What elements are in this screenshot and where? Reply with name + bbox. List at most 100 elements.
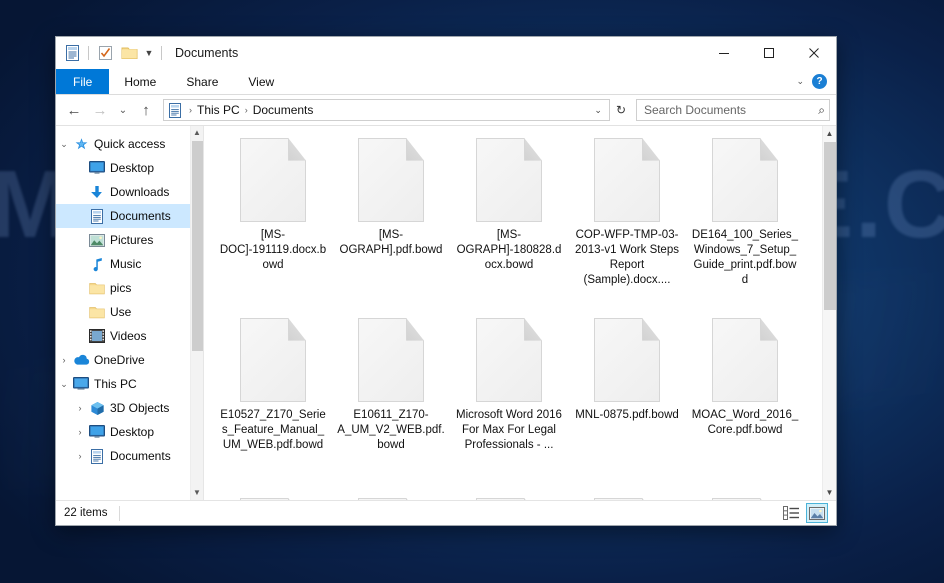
help-icon[interactable]: ?	[812, 74, 827, 89]
expander-icon[interactable]: ›	[72, 451, 88, 461]
content-scrollbar[interactable]: ▲ ▼	[822, 126, 836, 500]
file-item[interactable]: Microsoft Word 2016 For Max For Legal Pr…	[450, 318, 568, 498]
tab-view[interactable]: View	[233, 69, 289, 94]
generic-file-icon	[240, 138, 306, 222]
sidebar-item-desktop[interactable]: Desktop✒	[56, 156, 203, 180]
file-item[interactable]	[214, 498, 332, 500]
title-bar: ▼ Documents	[56, 37, 836, 69]
file-item[interactable]: COP-WFP-TMP-03-2013-v1 Work Steps Report…	[568, 138, 686, 318]
sidebar-item-documents[interactable]: › Documents	[56, 444, 203, 468]
forward-button[interactable]: →	[88, 98, 112, 122]
file-name-label: E10611_Z170-A_UM_V2_WEB.pdf.bowd	[337, 409, 445, 451]
scrollbar-thumb[interactable]	[191, 141, 203, 351]
address-bar[interactable]: › This PC › Documents ⌄	[163, 99, 610, 121]
sidebar-item-label: This PC	[94, 377, 137, 391]
sidebar-item-documents[interactable]: Documents✒	[56, 204, 203, 228]
tab-share[interactable]: Share	[171, 69, 233, 94]
expander-icon[interactable]: ⌄	[56, 379, 72, 390]
breadcrumb-documents[interactable]: Documents	[250, 103, 317, 117]
file-item[interactable]: E10611_Z170-A_UM_V2_WEB.pdf.bowd	[332, 318, 450, 498]
generic-file-icon	[476, 498, 542, 500]
quick-access-toolbar: ▼	[56, 42, 165, 64]
search-input[interactable]: Search Documents	[644, 103, 818, 117]
large-icons-view-icon[interactable]	[806, 503, 828, 523]
expander-icon[interactable]: ›	[72, 427, 88, 437]
file-item[interactable]: [MS-OGRAPH].pdf.bowd	[332, 138, 450, 318]
file-grid: [MS-DOC]-191119.docx.bowd [MS-OGRAPH].pdf…	[204, 126, 822, 500]
sidebar-item-videos[interactable]: Videos	[56, 324, 203, 348]
qat-dropdown-caret[interactable]: ▼	[142, 48, 156, 58]
file-item[interactable]: MNL-0875.pdf.bowd	[568, 318, 686, 498]
pin-star-icon	[72, 137, 90, 152]
breadcrumb-separator-1: ›	[189, 105, 192, 115]
content-scroll-down-icon[interactable]: ▼	[826, 485, 834, 500]
properties-icon[interactable]	[61, 42, 83, 64]
maximize-button[interactable]	[746, 37, 791, 69]
file-name-label: [MS-OGRAPH]-180828.docx.bowd	[456, 229, 562, 271]
documents-icon	[168, 102, 184, 118]
thispc-icon	[72, 377, 90, 391]
sidebar-item-label: Music	[110, 257, 142, 271]
tab-home[interactable]: Home	[109, 69, 171, 94]
address-dropdown-icon[interactable]: ⌄	[589, 105, 607, 116]
sidebar-item-onedrive[interactable]: › OneDrive	[56, 348, 203, 372]
back-button[interactable]: ←	[62, 98, 86, 122]
generic-file-icon	[712, 498, 778, 500]
scroll-up-icon[interactable]: ▲	[193, 126, 201, 140]
sidebar-item-this-pc[interactable]: ⌄ This PC	[56, 372, 203, 396]
desktop-icon	[88, 161, 106, 175]
file-item[interactable]: [MS-DOC]-191119.docx.bowd	[214, 138, 332, 318]
tab-file[interactable]: File	[56, 69, 110, 94]
documents-icon	[88, 448, 106, 464]
expander-icon[interactable]: ›	[72, 403, 88, 413]
file-item[interactable]	[568, 498, 686, 500]
breadcrumb-this-pc[interactable]: This PC	[194, 103, 243, 117]
file-list-pane: [MS-DOC]-191119.docx.bowd [MS-OGRAPH].pdf…	[204, 126, 836, 500]
close-button[interactable]	[791, 37, 836, 69]
content-scroll-up-icon[interactable]: ▲	[826, 126, 834, 141]
sidebar-item-pics[interactable]: pics	[56, 276, 203, 300]
file-explorer-window: ▼ Documents File Home Share View ⌄ ? ← →…	[55, 36, 837, 526]
file-item[interactable]: MOAC_Word_2016_Core.pdf.bowd	[686, 318, 804, 498]
qat-separator	[88, 46, 89, 60]
content-scrollbar-thumb[interactable]	[823, 142, 836, 310]
details-view-icon[interactable]	[780, 503, 802, 523]
file-name-label: Microsoft Word 2016 For Max For Legal Pr…	[456, 409, 562, 451]
sidebar-item-pictures[interactable]: Pictures✒	[56, 228, 203, 252]
search-box[interactable]: Search Documents ⌕	[636, 99, 830, 121]
ribbon-right-controls: ⌄ ?	[796, 69, 836, 94]
file-item[interactable]: DE164_100_Series_Windows_7_Setup_Guide_p…	[686, 138, 804, 318]
checkbox-icon[interactable]	[94, 42, 116, 64]
minimize-button[interactable]	[701, 37, 746, 69]
scroll-down-icon[interactable]: ▼	[193, 486, 201, 500]
sidebar-item-label: Documents	[110, 209, 171, 223]
sidebar-item-music[interactable]: Music	[56, 252, 203, 276]
chevron-down-icon[interactable]: ⌄	[796, 76, 804, 87]
file-item[interactable]	[332, 498, 450, 500]
generic-file-icon	[476, 318, 542, 402]
sidebar-item-3d-objects[interactable]: › 3D Objects	[56, 396, 203, 420]
file-item[interactable]: E10527_Z170_Series_Feature_Manual_UM_WEB…	[214, 318, 332, 498]
sidebar-item-use[interactable]: Use	[56, 300, 203, 324]
refresh-icon[interactable]: ↻	[612, 103, 630, 117]
sidebar-item-quick-access[interactable]: ⌄ Quick access	[56, 132, 203, 156]
expander-icon[interactable]: ⌄	[56, 139, 72, 150]
search-icon[interactable]: ⌕	[818, 103, 825, 118]
expander-icon[interactable]: ›	[56, 355, 72, 365]
onedrive-icon	[72, 354, 90, 366]
sidebar-item-desktop[interactable]: › Desktop	[56, 420, 203, 444]
3dobjects-icon	[88, 401, 106, 416]
file-item[interactable]	[686, 498, 804, 500]
folder-icon[interactable]	[118, 42, 140, 64]
documents-icon	[88, 208, 106, 224]
recent-locations-button[interactable]: ⌄	[114, 98, 132, 122]
sidebar-item-downloads[interactable]: Downloads✒	[56, 180, 203, 204]
generic-file-icon	[712, 318, 778, 402]
window-title: Documents	[175, 46, 239, 60]
file-item[interactable]: [MS-OGRAPH]-180828.docx.bowd	[450, 138, 568, 318]
window-controls	[701, 37, 836, 69]
up-button[interactable]: ↑	[134, 98, 158, 122]
file-name-label: [MS-DOC]-191119.docx.bowd	[219, 229, 327, 271]
file-item[interactable]	[450, 498, 568, 500]
navigation-scrollbar[interactable]: ▲ ▼	[190, 126, 203, 500]
